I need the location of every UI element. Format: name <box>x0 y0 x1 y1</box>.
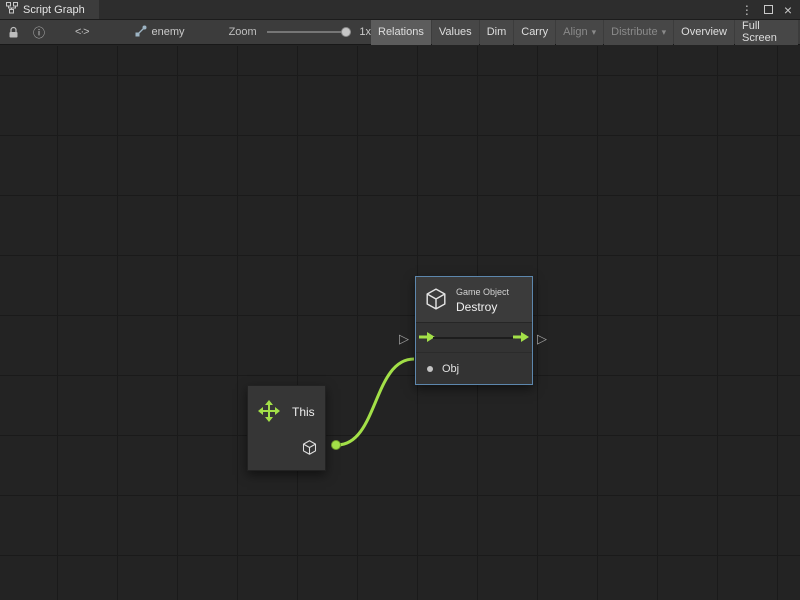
tab-script-graph[interactable]: Script Graph <box>0 0 99 19</box>
chevron-down-icon: ▾ <box>662 27 667 38</box>
lock-icon[interactable] <box>7 20 20 44</box>
control-output-triangle-icon[interactable]: ▷ <box>537 332 547 345</box>
graph-canvas[interactable]: This Game Object Destroy <box>0 46 800 600</box>
obj-input-row: Obj <box>416 353 532 384</box>
fullscreen-button[interactable]: Full Screen <box>735 20 798 45</box>
window-titlebar: Script Graph ⋮ × <box>0 0 800 20</box>
dim-button[interactable]: Dim <box>480 20 514 45</box>
game-object-cube-icon <box>302 440 317 460</box>
flow-out-arrow-icon[interactable] <box>513 329 529 347</box>
zoom-slider[interactable] <box>267 20 352 44</box>
control-input-triangle-icon[interactable]: ▷ <box>399 332 409 345</box>
this-output-port[interactable] <box>331 440 341 450</box>
align-dropdown[interactable]: Align ▾ <box>556 20 603 45</box>
graph-asset-icon <box>135 25 147 40</box>
node-title: Destroy <box>456 300 497 314</box>
game-object-cube-icon <box>425 288 447 315</box>
menu-icon[interactable]: ⋮ <box>741 4 753 16</box>
graph-inspector-icon[interactable]: <·> <box>75 20 89 44</box>
flow-ports-row <box>416 323 532 353</box>
overview-button[interactable]: Overview <box>674 20 734 45</box>
self-move-icon <box>258 400 280 427</box>
node-header[interactable]: Game Object Destroy <box>416 277 532 323</box>
graph-name-label: enemy <box>152 26 185 38</box>
toolbar-buttons: Relations Values Dim Carry Align ▾ Distr… <box>371 20 798 45</box>
node-title: This <box>292 405 315 419</box>
values-button[interactable]: Values <box>432 20 479 45</box>
obj-input-port[interactable] <box>427 366 433 372</box>
flow-line <box>433 337 515 339</box>
close-icon[interactable]: × <box>784 3 792 17</box>
zoom-slider-knob[interactable] <box>341 27 351 37</box>
window-controls: ⋮ × <box>741 0 800 19</box>
script-graph-icon <box>6 2 18 17</box>
tab-title: Script Graph <box>23 4 85 16</box>
zoom-label: Zoom <box>229 26 257 38</box>
zoom-slider-track[interactable] <box>267 31 352 33</box>
node-category: Game Object <box>456 287 509 297</box>
maximize-icon[interactable] <box>764 5 773 14</box>
carry-button[interactable]: Carry <box>514 20 555 45</box>
graph-toolbar: ⓘ <·> enemy Zoom 1x Relations Values Dim… <box>0 20 800 45</box>
obj-port-label: Obj <box>442 363 459 375</box>
relations-button[interactable]: Relations <box>371 20 431 45</box>
graph-name[interactable]: enemy <box>135 25 185 40</box>
chevron-down-icon: ▾ <box>592 27 597 38</box>
info-icon[interactable]: ⓘ <box>33 20 45 44</box>
distribute-dropdown[interactable]: Distribute ▾ <box>604 20 673 45</box>
node-destroy[interactable]: Game Object Destroy Obj <box>415 276 533 385</box>
connection-wire[interactable] <box>337 359 414 445</box>
wire-layer <box>0 46 800 600</box>
node-this[interactable]: This <box>247 385 326 471</box>
zoom-value: 1x <box>359 26 371 38</box>
